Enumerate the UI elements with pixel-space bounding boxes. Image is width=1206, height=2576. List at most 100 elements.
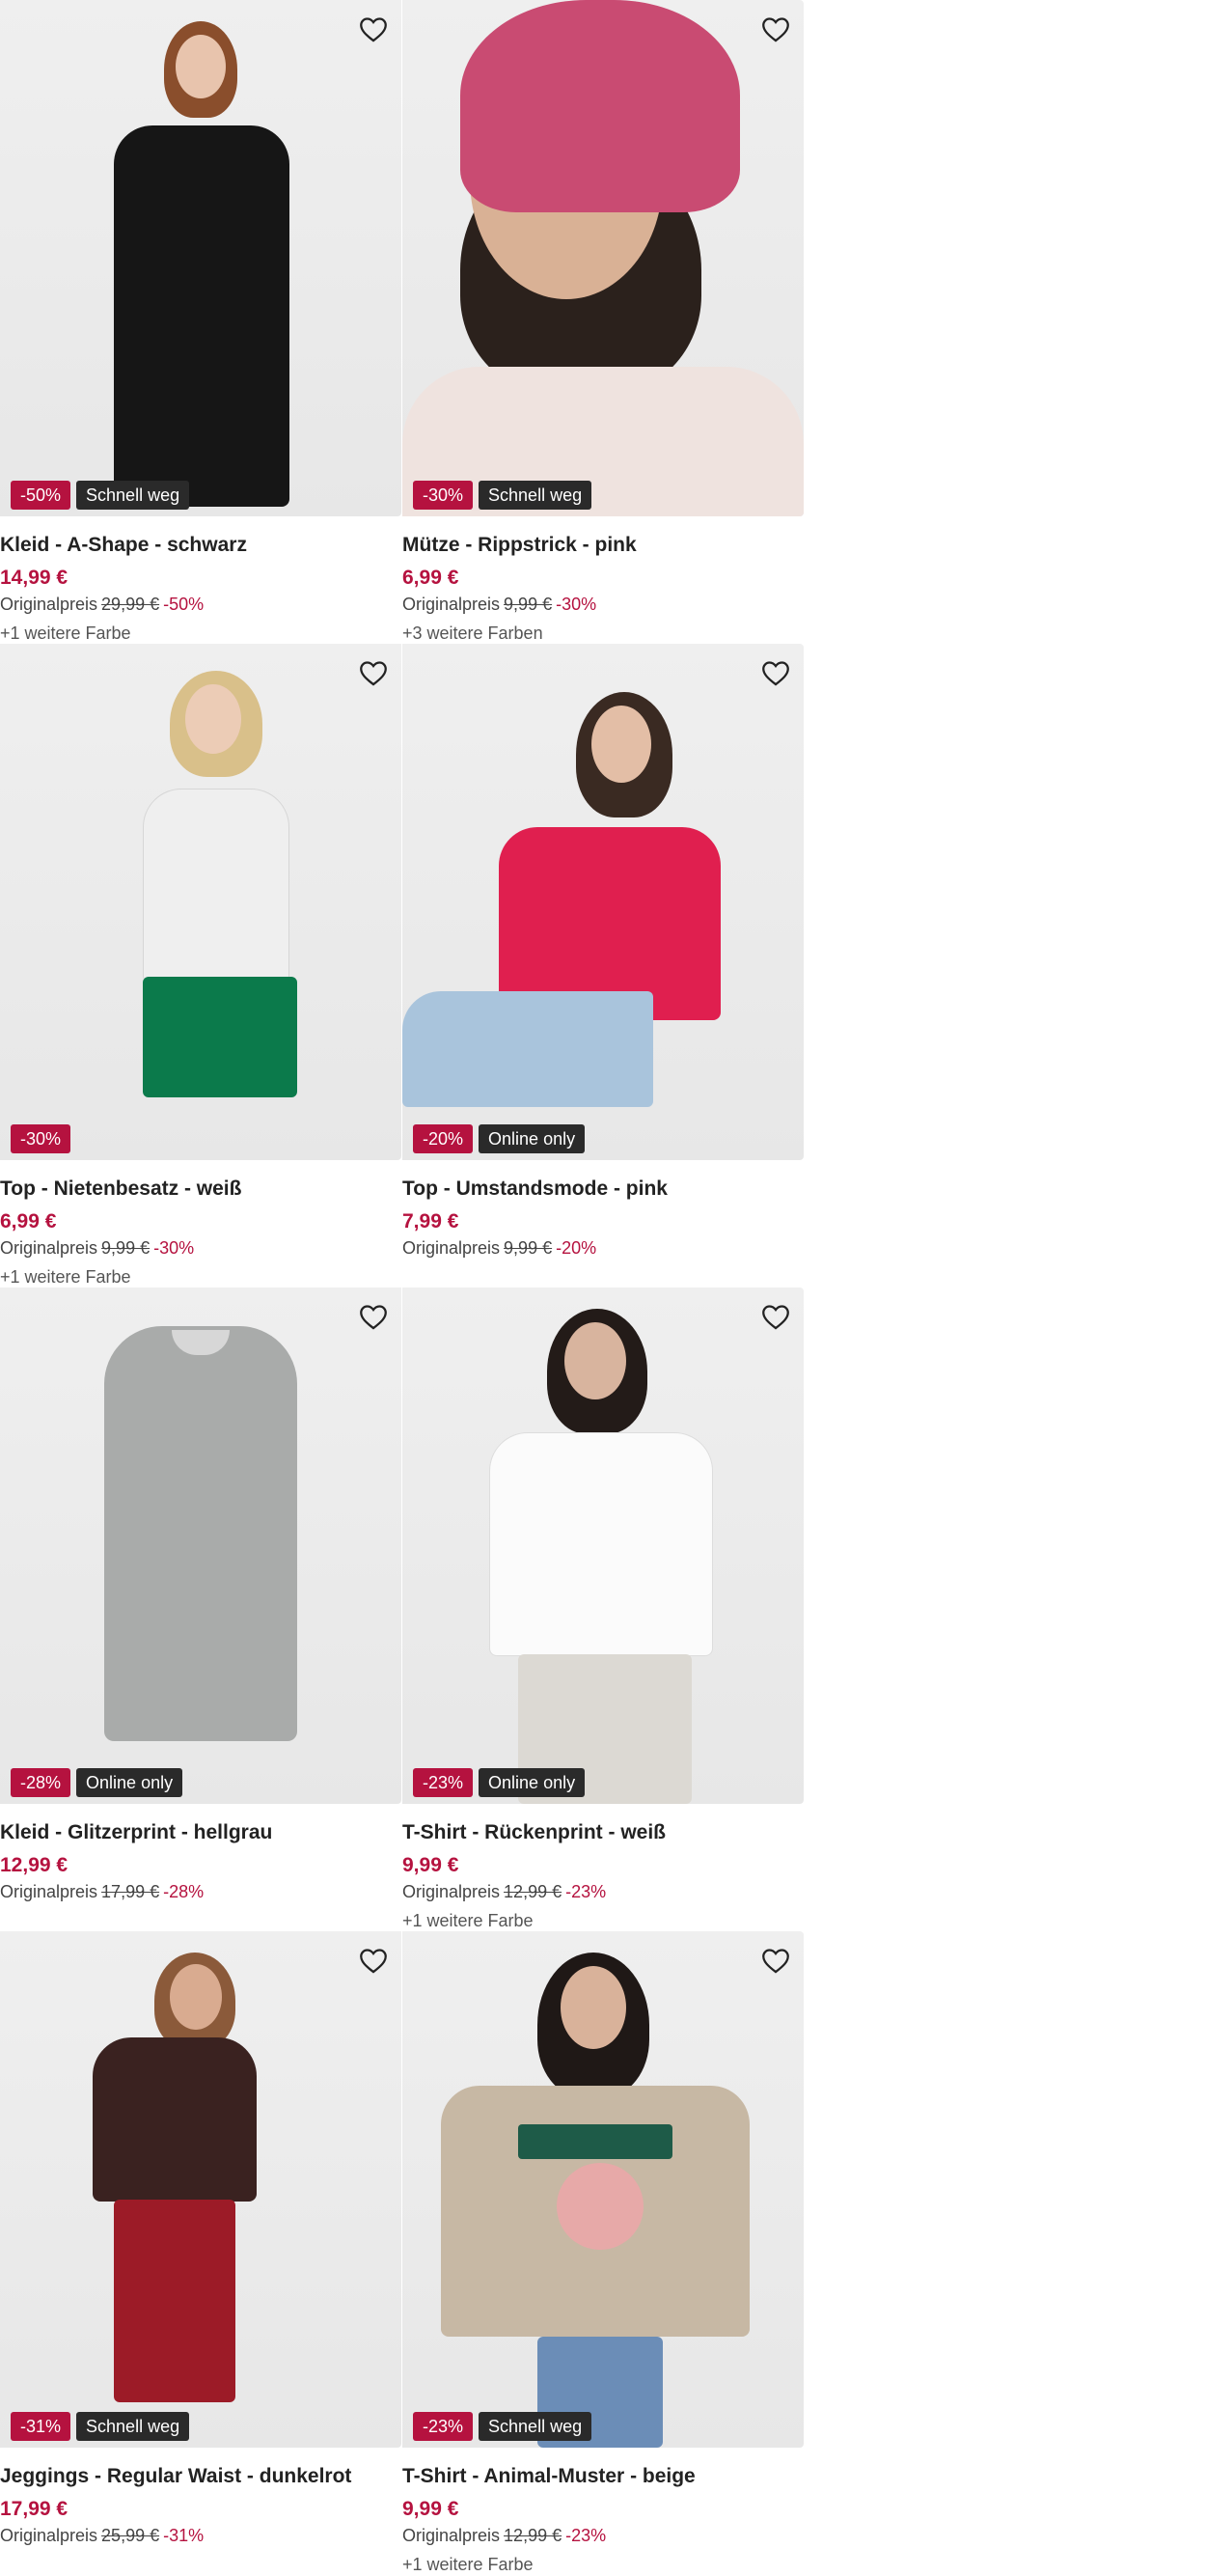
more-colors: +1 weitere Farbe bbox=[402, 1911, 534, 1930]
product-price: 7,99 € bbox=[402, 1210, 459, 1233]
product-title[interactable]: Top - Nietenbesatz - weiß bbox=[0, 1175, 397, 1204]
heart-outline-icon bbox=[762, 1949, 789, 1974]
original-price: 9,99 € bbox=[504, 1238, 553, 1258]
wishlist-button[interactable] bbox=[356, 655, 391, 690]
product-price: 17,99 € bbox=[0, 2498, 69, 2520]
badges: -50% Schnell weg bbox=[11, 481, 190, 510]
product-card[interactable]: -31% Schnell weg Jeggings - Regular Wais… bbox=[0, 1931, 402, 2575]
heart-outline-icon bbox=[360, 1949, 387, 1974]
discount-badge: -23% bbox=[413, 2412, 474, 2441]
heart-outline-icon bbox=[360, 661, 387, 686]
heart-outline-icon bbox=[762, 661, 789, 686]
original-price-line: Originalpreis 12,99 € -23% bbox=[402, 1880, 800, 1903]
product-info: Kleid - A-Shape - schwarz 14,99 € Origin… bbox=[0, 531, 397, 645]
product-price: 6,99 € bbox=[0, 1210, 57, 1233]
product-card[interactable]: -30% Top - Nietenbesatz - weiß 6,99 € Or… bbox=[0, 644, 402, 1288]
more-colors: +1 weitere Farbe bbox=[402, 2555, 534, 2574]
badges: -30% bbox=[11, 1124, 71, 1153]
product-price: 12,99 € bbox=[0, 1854, 69, 1876]
original-price-label: Originalpreis bbox=[0, 595, 98, 614]
original-price-line: Originalpreis 9,99 € -30% bbox=[402, 593, 800, 616]
wishlist-button[interactable] bbox=[758, 12, 793, 46]
product-title[interactable]: Kleid - A-Shape - schwarz bbox=[0, 531, 397, 560]
original-price: 9,99 € bbox=[504, 595, 553, 614]
heart-outline-icon bbox=[762, 17, 789, 42]
original-price-label: Originalpreis bbox=[0, 1882, 98, 1901]
original-price-line: Originalpreis 12,99 € -23% bbox=[402, 2524, 800, 2547]
product-card[interactable]: -23% Online only T-Shirt - Rückenprint -… bbox=[402, 1288, 805, 1931]
wishlist-button[interactable] bbox=[758, 1943, 793, 1978]
product-image[interactable] bbox=[0, 0, 401, 516]
promo-badge: Schnell weg bbox=[76, 2412, 190, 2441]
badges: -28% Online only bbox=[11, 1768, 183, 1797]
product-image[interactable] bbox=[402, 0, 804, 516]
discount-percent: -30% bbox=[556, 595, 597, 614]
product-card[interactable]: -20% Online only Top - Umstandsmode - pi… bbox=[402, 644, 805, 1288]
discount-percent: -31% bbox=[163, 2526, 205, 2545]
heart-outline-icon bbox=[762, 1305, 789, 1330]
discount-percent: -50% bbox=[163, 595, 205, 614]
product-title[interactable]: T-Shirt - Rückenprint - weiß bbox=[402, 1818, 800, 1847]
product-price: 9,99 € bbox=[402, 1854, 459, 1876]
product-price: 9,99 € bbox=[402, 2498, 459, 2520]
wishlist-button[interactable] bbox=[356, 1943, 391, 1978]
product-card[interactable]: -23% Schnell weg T-Shirt - Animal-Muster… bbox=[402, 1931, 805, 2575]
product-card[interactable]: -50% Schnell weg Kleid - A-Shape - schwa… bbox=[0, 0, 402, 644]
promo-badge: Schnell weg bbox=[479, 481, 592, 510]
product-info: Mütze - Rippstrick - pink 6,99 € Origina… bbox=[402, 531, 800, 645]
product-image[interactable] bbox=[402, 644, 804, 1160]
discount-badge: -23% bbox=[413, 1768, 474, 1797]
original-price-label: Originalpreis bbox=[0, 2526, 98, 2545]
original-price: 29,99 € bbox=[101, 595, 160, 614]
product-image[interactable] bbox=[402, 1931, 804, 2448]
original-price: 12,99 € bbox=[504, 2526, 562, 2545]
original-price-line: Originalpreis 9,99 € -20% bbox=[402, 1236, 800, 1260]
original-price: 25,99 € bbox=[101, 2526, 160, 2545]
discount-badge: -28% bbox=[11, 1768, 71, 1797]
product-info: T-Shirt - Rückenprint - weiß 9,99 € Orig… bbox=[402, 1818, 800, 1932]
product-image[interactable] bbox=[0, 644, 401, 1160]
discount-percent: -28% bbox=[163, 1882, 205, 1901]
discount-percent: -30% bbox=[153, 1238, 195, 1258]
original-price-label: Originalpreis bbox=[0, 1238, 98, 1258]
product-image[interactable] bbox=[0, 1931, 401, 2448]
promo-badge: Online only bbox=[76, 1768, 183, 1797]
product-info: Top - Nietenbesatz - weiß 6,99 € Origina… bbox=[0, 1175, 397, 1288]
product-image[interactable] bbox=[402, 1288, 804, 1804]
heart-outline-icon bbox=[360, 1305, 387, 1330]
wishlist-button[interactable] bbox=[356, 1299, 391, 1334]
wishlist-button[interactable] bbox=[758, 655, 793, 690]
original-price-line: Originalpreis 17,99 € -28% bbox=[0, 1880, 397, 1903]
product-title[interactable]: Mütze - Rippstrick - pink bbox=[402, 531, 800, 560]
discount-badge: -30% bbox=[413, 481, 474, 510]
original-price-line: Originalpreis 9,99 € -30% bbox=[0, 1236, 397, 1260]
original-price-label: Originalpreis bbox=[402, 595, 501, 614]
original-price: 9,99 € bbox=[101, 1238, 151, 1258]
promo-badge: Schnell weg bbox=[76, 481, 190, 510]
discount-percent: -23% bbox=[565, 1882, 607, 1901]
badges: -20% Online only bbox=[413, 1124, 586, 1153]
product-card[interactable]: -30% Schnell weg Mütze - Rippstrick - pi… bbox=[402, 0, 805, 644]
heart-outline-icon bbox=[360, 17, 387, 42]
badges: -23% Online only bbox=[413, 1768, 586, 1797]
discount-percent: -23% bbox=[565, 2526, 607, 2545]
product-image[interactable] bbox=[0, 1288, 401, 1804]
product-title[interactable]: Kleid - Glitzerprint - hellgrau bbox=[0, 1818, 397, 1847]
product-card[interactable]: -28% Online only Kleid - Glitzerprint - … bbox=[0, 1288, 402, 1931]
discount-badge: -20% bbox=[413, 1124, 474, 1153]
original-price-line: Originalpreis 29,99 € -50% bbox=[0, 593, 397, 616]
product-title[interactable]: Top - Umstandsmode - pink bbox=[402, 1175, 800, 1204]
discount-percent: -20% bbox=[556, 1238, 597, 1258]
wishlist-button[interactable] bbox=[356, 12, 391, 46]
original-price: 17,99 € bbox=[101, 1882, 160, 1901]
product-info: Kleid - Glitzerprint - hellgrau 12,99 € … bbox=[0, 1818, 397, 1903]
more-colors: +1 weitere Farbe bbox=[0, 623, 131, 643]
wishlist-button[interactable] bbox=[758, 1299, 793, 1334]
product-title[interactable]: Jeggings - Regular Waist - dunkelrot bbox=[0, 2462, 397, 2491]
product-title[interactable]: T-Shirt - Animal-Muster - beige bbox=[402, 2462, 800, 2491]
product-info: T-Shirt - Animal-Muster - beige 9,99 € O… bbox=[402, 2462, 800, 2576]
more-colors: +1 weitere Farbe bbox=[0, 1267, 131, 1287]
product-price: 14,99 € bbox=[0, 567, 69, 589]
product-grid: -50% Schnell weg Kleid - A-Shape - schwa… bbox=[0, 0, 805, 2575]
badges: -23% Schnell weg bbox=[413, 2412, 592, 2441]
